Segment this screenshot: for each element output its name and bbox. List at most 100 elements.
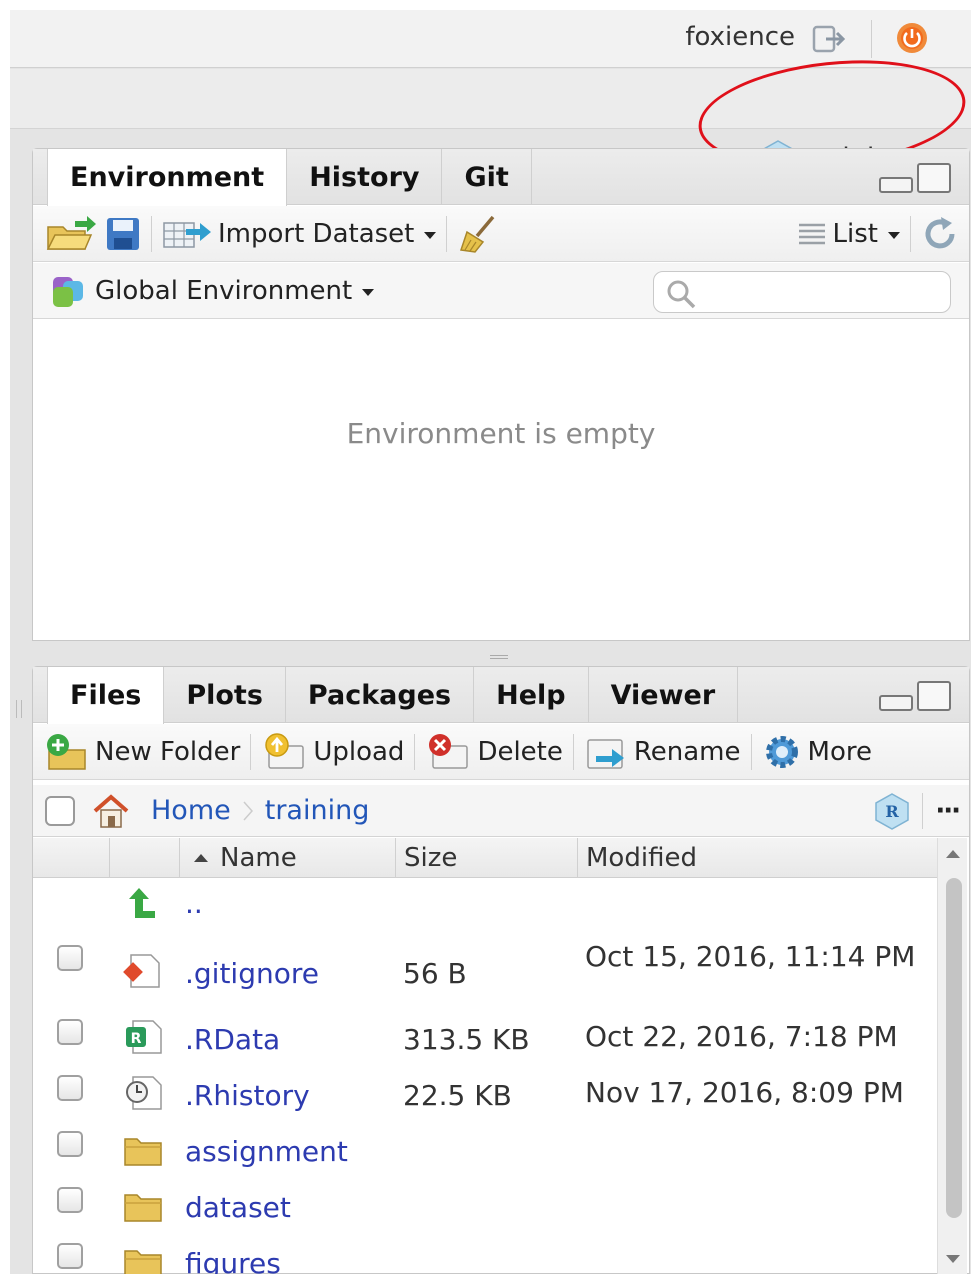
import-dataset-button[interactable]: Import Dataset: [162, 212, 437, 256]
file-name[interactable]: .RData: [185, 1023, 280, 1056]
broom-icon[interactable]: [457, 214, 499, 254]
divider: [446, 215, 448, 252]
scroll-down-icon[interactable]: [946, 1255, 960, 1263]
power-icon[interactable]: [896, 22, 928, 54]
row-checkbox[interactable]: [57, 1075, 83, 1101]
view-mode-menu[interactable]: List: [797, 212, 900, 256]
file-modified: Nov 17, 2016, 8:09 PM: [585, 1076, 904, 1109]
file-table-header: Name Size Modified: [33, 838, 937, 878]
rename-icon: [587, 738, 624, 769]
open-folder-icon[interactable]: [45, 215, 97, 253]
divider: [572, 733, 574, 770]
chevron-down-icon: [424, 232, 437, 239]
row-checkbox[interactable]: [57, 1019, 83, 1045]
file-size: 56 B: [403, 957, 467, 990]
breadcrumb-home[interactable]: Home: [151, 795, 231, 826]
view-mode-label: List: [832, 218, 878, 249]
upload-label: Upload: [313, 736, 405, 767]
tab-viewer[interactable]: Viewer: [589, 667, 739, 723]
maximize-icon[interactable]: [917, 163, 951, 193]
table-row[interactable]: R .RData 313.5 KB Oct 22, 2016, 7:18 PM: [33, 1013, 937, 1069]
folder-icon: [124, 1250, 162, 1274]
minimize-icon[interactable]: [879, 695, 913, 711]
more-label: More: [807, 736, 872, 767]
left-splitter-handle[interactable]: [16, 700, 22, 718]
r-project-icon[interactable]: R: [874, 792, 910, 830]
file-list-scrollbar[interactable]: [937, 838, 967, 1274]
breadcrumb-training[interactable]: training: [265, 795, 370, 826]
row-checkbox[interactable]: [57, 1187, 83, 1213]
pane-splitter[interactable]: [490, 655, 508, 659]
username: foxience: [685, 22, 795, 52]
delete-label: Delete: [477, 736, 563, 767]
header-name[interactable]: Name: [179, 838, 395, 878]
table-row[interactable]: dataset: [33, 1181, 937, 1237]
divider: [922, 792, 924, 829]
home-icon[interactable]: [91, 793, 131, 829]
divider: [414, 733, 416, 770]
upload-button[interactable]: Upload: [261, 730, 404, 774]
rdata-file-icon: R: [126, 1020, 162, 1054]
header-modified[interactable]: Modified: [577, 838, 937, 878]
file-name[interactable]: ..: [185, 887, 203, 920]
environment-icon: [53, 276, 83, 307]
table-row[interactable]: assignment: [33, 1125, 937, 1181]
new-folder-button[interactable]: New Folder: [45, 730, 240, 774]
tab-plots[interactable]: Plots: [164, 667, 286, 723]
scroll-up-icon[interactable]: [946, 850, 960, 858]
environment-search-input[interactable]: [653, 271, 951, 313]
header-size[interactable]: Size: [395, 838, 577, 878]
header-name-label: Name: [220, 843, 297, 873]
tab-packages[interactable]: Packages: [286, 667, 475, 723]
row-checkbox[interactable]: [57, 1243, 83, 1269]
tab-help[interactable]: Help: [474, 667, 589, 723]
select-all-checkbox[interactable]: [45, 795, 75, 826]
global-environment-menu[interactable]: Global Environment: [49, 269, 375, 313]
delete-icon: [429, 733, 469, 769]
tab-environment[interactable]: Environment: [47, 149, 288, 206]
scrollbar-thumb[interactable]: [946, 878, 962, 1218]
rename-label: Rename: [633, 736, 741, 767]
svg-text:R: R: [886, 802, 900, 821]
file-name[interactable]: .gitignore: [185, 957, 319, 990]
table-row[interactable]: ..: [33, 879, 937, 935]
file-name[interactable]: .Rhistory: [185, 1079, 310, 1112]
environment-pane: Environment History Git Import Dataset L…: [32, 148, 970, 641]
more-options-button[interactable]: ···: [935, 796, 961, 826]
files-toolbar: New Folder Upload Delete Rename More: [33, 724, 969, 780]
svg-text:R: R: [131, 1031, 142, 1047]
sort-ascending-icon: [194, 854, 208, 862]
table-row[interactable]: .Rhistory 22.5 KB Nov 17, 2016, 8:09 PM: [33, 1069, 937, 1125]
header-modified-label: Modified: [586, 843, 697, 873]
file-name[interactable]: figures: [185, 1247, 281, 1274]
folder-icon: [124, 1138, 162, 1166]
environment-empty-message: Environment is empty: [346, 417, 656, 450]
rename-button[interactable]: Rename: [584, 730, 741, 774]
chevron-right-icon: [243, 801, 253, 820]
delete-button[interactable]: Delete: [425, 730, 563, 774]
maximize-icon[interactable]: [917, 681, 951, 711]
row-checkbox[interactable]: [57, 1131, 83, 1157]
more-menu-button[interactable]: More: [762, 730, 872, 774]
parent-directory-icon: [129, 888, 155, 918]
breadcrumb: Home training R ···: [33, 785, 969, 837]
refresh-icon[interactable]: [921, 215, 959, 253]
tab-git[interactable]: Git: [442, 149, 532, 205]
tab-history[interactable]: History: [287, 149, 443, 205]
header-icon-col: [109, 838, 179, 878]
tab-files[interactable]: Files: [47, 667, 165, 724]
file-name[interactable]: dataset: [185, 1191, 291, 1224]
minimize-icon[interactable]: [879, 177, 913, 193]
row-checkbox[interactable]: [57, 945, 83, 971]
sign-out-icon[interactable]: [812, 24, 848, 54]
upload-icon: [265, 732, 305, 769]
pane-window-controls: [879, 681, 951, 711]
table-row[interactable]: figures: [33, 1237, 937, 1274]
gear-icon: [765, 735, 798, 768]
save-icon[interactable]: [105, 216, 141, 252]
folder-icon: [124, 1194, 162, 1222]
env-toolbar: Import Dataset List: [33, 206, 969, 262]
table-row[interactable]: .gitignore 56 B Oct 15, 2016, 11:14 PM: [33, 935, 937, 1013]
file-list: .. .gitignore 56 B Oct 15, 2016, 11:14 P…: [33, 879, 937, 1274]
file-name[interactable]: assignment: [185, 1135, 348, 1168]
